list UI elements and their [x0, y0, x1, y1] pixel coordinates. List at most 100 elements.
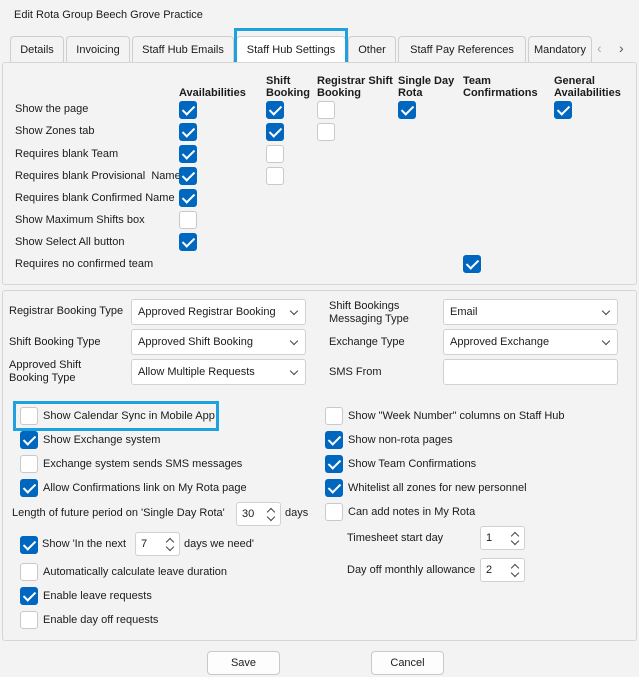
in-the-next-label: Show 'In the next: [42, 538, 127, 550]
calendar-sync-label: Show Calendar Sync in Mobile App: [43, 410, 215, 422]
shift-bookings-messaging-type-select[interactable]: Email: [443, 299, 618, 325]
tab-details[interactable]: Details: [10, 36, 64, 62]
timesheet-start-day-label: Timesheet start day: [347, 532, 444, 544]
cb-single-day-rota-show-page[interactable]: [398, 101, 416, 119]
cb-availabilities-show-page[interactable]: [179, 101, 197, 119]
cb-show-team-confirmations[interactable]: [325, 455, 343, 473]
exchange-type-select[interactable]: Approved Exchange: [443, 329, 618, 355]
in-the-next-value: 7: [141, 538, 148, 550]
whitelist-zones-label: Whitelist all zones for new personnel: [348, 482, 527, 494]
spin-down-icon[interactable]: [266, 512, 276, 522]
cb-general-availabilities-show-page[interactable]: [554, 101, 572, 119]
show-team-confirmations-label: Show Team Confirmations: [348, 458, 477, 470]
row-show-maximum-shifts-box: Show Maximum Shifts box: [15, 214, 145, 226]
cb-team-confirmations-no-confirmed-team[interactable]: [463, 255, 481, 273]
col-general-availabilities: General Availabilities: [554, 75, 621, 99]
future-period-label: Length of future period on 'Single Day R…: [12, 507, 225, 519]
week-number-columns-label: Show "Week Number" columns on Staff Hub: [348, 410, 565, 422]
shift-bookings-messaging-type-label: Shift Bookings Messaging Type: [329, 300, 409, 325]
col-team-confirmations: Team Confirmations: [463, 75, 538, 99]
shift-booking-type-label: Shift Booking Type: [9, 336, 101, 348]
cb-allow-confirmations-link[interactable]: [20, 479, 38, 497]
shift-booking-type-value: Approved Shift Booking: [138, 336, 253, 348]
cb-shift-booking-blank-provisional[interactable]: [266, 167, 284, 185]
tab-staff-hub-emails[interactable]: Staff Hub Emails: [132, 36, 234, 62]
tab-staff-hub-settings[interactable]: Staff Hub Settings: [236, 36, 346, 62]
tab-scroll-right-icon[interactable]: ›: [619, 40, 624, 56]
cb-calendar-sync[interactable]: [20, 407, 38, 425]
show-exchange-system-label: Show Exchange system: [43, 434, 161, 446]
tab-scroll-left-icon[interactable]: ‹: [597, 40, 602, 56]
chevron-down-icon: [601, 306, 611, 316]
in-the-next-suffix: days we need': [184, 538, 254, 550]
in-the-next-spinner[interactable]: 7: [135, 532, 180, 556]
cb-shift-booking-zones-tab[interactable]: [266, 123, 284, 141]
cb-whitelist-zones[interactable]: [325, 479, 343, 497]
cb-availabilities-blank-team[interactable]: [179, 145, 197, 163]
tab-mandatory[interactable]: Mandatory: [528, 36, 592, 62]
future-period-unit: days: [285, 507, 309, 519]
cb-shift-booking-blank-team[interactable]: [266, 145, 284, 163]
spin-down-icon[interactable]: [510, 536, 520, 546]
row-requires-blank-team: Requires blank Team: [15, 148, 119, 160]
chevron-down-icon: [289, 306, 299, 316]
col-shift-booking: Shift Booking: [266, 75, 310, 99]
cb-show-exchange-system[interactable]: [20, 431, 38, 449]
day-off-allowance-spinner[interactable]: 2: [480, 558, 525, 582]
day-off-allowance-label: Day off monthly allowance: [347, 564, 476, 576]
future-period-spinner[interactable]: 30: [236, 502, 281, 526]
row-requires-blank-provisional-name: Requires blank Provisional Name: [15, 170, 181, 182]
exchange-type-value: Approved Exchange: [450, 336, 550, 348]
sms-from-input[interactable]: [443, 359, 618, 385]
cb-auto-calc-leave[interactable]: [20, 563, 38, 581]
chevron-down-icon: [289, 336, 299, 346]
cb-enable-leave-requests[interactable]: [20, 587, 38, 605]
chevron-down-icon: [289, 366, 299, 376]
show-non-rota-pages-label: Show non-rota pages: [348, 434, 453, 446]
day-off-allowance-value: 2: [486, 564, 493, 576]
shift-booking-type-select[interactable]: Approved Shift Booking: [131, 329, 306, 355]
cb-availabilities-max-shifts[interactable]: [179, 211, 197, 229]
cb-enable-day-off-requests[interactable]: [20, 611, 38, 629]
shift-bookings-messaging-type-value: Email: [450, 306, 478, 318]
exchange-sms-label: Exchange system sends SMS messages: [43, 458, 243, 470]
tab-bar: Details Invoicing Staff Hub Emails Staff…: [0, 32, 639, 62]
spin-down-icon[interactable]: [510, 568, 520, 578]
cb-registrar-zones-tab[interactable]: [317, 123, 335, 141]
timesheet-start-day-spinner[interactable]: 1: [480, 526, 525, 550]
cb-availabilities-zones-tab[interactable]: [179, 123, 197, 141]
save-button[interactable]: Save: [207, 651, 280, 675]
cb-show-non-rota-pages[interactable]: [325, 431, 343, 449]
row-show-the-page: Show the page: [15, 103, 89, 115]
cb-registrar-show-page[interactable]: [317, 101, 335, 119]
cancel-button[interactable]: Cancel: [371, 651, 444, 675]
row-show-select-all-button: Show Select All button: [15, 236, 125, 248]
allow-confirmations-link-label: Allow Confirmations link on My Rota page: [43, 482, 247, 494]
enable-leave-requests-label: Enable leave requests: [43, 590, 152, 602]
cb-can-add-notes[interactable]: [325, 503, 343, 521]
cb-shift-booking-show-page[interactable]: [266, 101, 284, 119]
cb-availabilities-blank-provisional[interactable]: [179, 167, 197, 185]
col-single-day-rota: Single Day Rota: [398, 75, 455, 99]
tab-other[interactable]: Other: [348, 36, 396, 62]
cb-exchange-sms[interactable]: [20, 455, 38, 473]
registrar-booking-type-value: Approved Registrar Booking: [138, 306, 276, 318]
enable-day-off-requests-label: Enable day off requests: [43, 614, 159, 626]
cb-availabilities-blank-confirmed[interactable]: [179, 189, 197, 207]
col-availabilities: Availabilities: [179, 87, 246, 99]
sms-from-label: SMS From: [329, 366, 382, 378]
cb-week-number-columns[interactable]: [325, 407, 343, 425]
approved-shift-booking-type-label: Approved Shift Booking Type: [9, 359, 82, 384]
tab-invoicing[interactable]: Invoicing: [66, 36, 130, 62]
registrar-booking-type-select[interactable]: Approved Registrar Booking: [131, 299, 306, 325]
exchange-type-label: Exchange Type: [329, 336, 405, 348]
future-period-value: 30: [242, 508, 255, 520]
col-registrar-shift-booking: Registrar Shift Booking: [317, 75, 393, 99]
spin-down-icon[interactable]: [165, 542, 175, 552]
row-show-zones-tab: Show Zones tab: [15, 125, 95, 137]
tab-staff-pay-references[interactable]: Staff Pay References: [398, 36, 526, 62]
approved-shift-booking-type-select[interactable]: Allow Multiple Requests: [131, 359, 306, 385]
cb-in-the-next[interactable]: [20, 536, 38, 554]
row-requires-no-confirmed-team: Requires no confirmed team: [15, 258, 154, 270]
cb-availabilities-select-all[interactable]: [179, 233, 197, 251]
